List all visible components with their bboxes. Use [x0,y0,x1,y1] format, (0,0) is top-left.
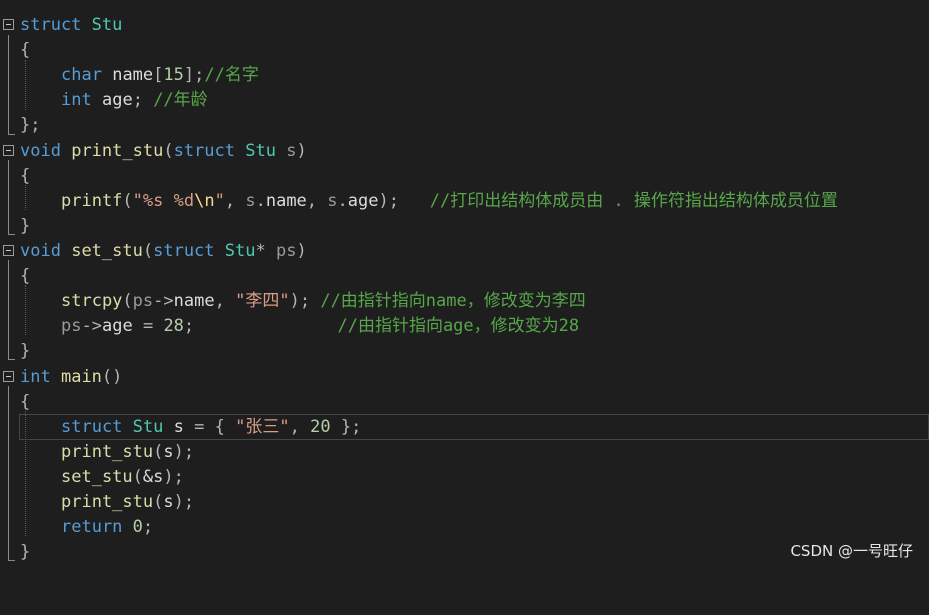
brace: }; [20,115,41,135]
code-line-5[interactable]: }; [0,113,929,138]
code-line-2[interactable]: { [0,38,929,63]
code-line-6[interactable]: void print_stu(struct Stu s) [0,139,929,164]
comment: //打印出结构体成员由 . 操作符指出结构体成员位置 [429,191,838,211]
type-name: Stu [91,15,123,35]
kw-char: char [61,65,102,85]
param: ps [276,241,297,261]
code-line-19[interactable]: set_stu(&s); [0,465,929,490]
brace: } [20,542,31,562]
brace: { [20,40,31,60]
code-line-11[interactable]: { [0,264,929,289]
code-line-16[interactable]: { [0,390,929,415]
function-name: print_stu [71,141,164,161]
code-line-12[interactable]: strcpy(ps->name, "李四"); //由指针指向name，修改变为… [0,289,929,314]
comment: //名字 [204,65,259,85]
number: 15 [163,65,184,85]
fold-minus-icon[interactable] [3,245,14,256]
brace: } [20,341,31,361]
function-name: set_stu [71,241,143,261]
code-line-17[interactable]: struct Stu s = { "张三", 20 }; [0,415,929,440]
fold-minus-icon[interactable] [3,371,14,382]
code-line-13[interactable]: ps->age = 28; //由指针指向age，修改变为28 [0,314,929,339]
csdn-watermark: CSDN @一号旺仔 [790,542,913,560]
code-line-14[interactable]: } [0,339,929,364]
code-editor[interactable]: struct Stu { char name[15];//名字 int age;… [0,0,929,572]
brace: { [20,266,31,286]
comment: //由指针指向age，修改变为28 [337,316,580,336]
var-name: age [101,90,133,110]
function-name: main [60,367,102,387]
code-line-18[interactable]: print_stu(s); [0,440,929,465]
fold-minus-icon[interactable] [3,145,14,156]
code-line-20[interactable]: print_stu(s); [0,490,929,515]
param: s [286,141,297,161]
code-line-9[interactable]: } [0,214,929,239]
brace: } [20,216,31,236]
code-line-3[interactable]: char name[15];//名字 [0,63,929,88]
code-line-21[interactable]: return 0; [0,515,929,540]
code-line-7[interactable]: { [0,164,929,189]
code-line-4[interactable]: int age; //年龄 [0,88,929,113]
code-line-8[interactable]: printf("%s %d\n", s.name, s.age); //打印出结… [0,189,929,214]
brace: { [20,392,31,412]
code-line-15[interactable]: int main() [0,365,929,390]
kw-struct: struct [20,15,82,35]
comment: //年龄 [153,90,208,110]
comment: //由指针指向name，修改变为李四 [320,291,586,311]
fold-minus-icon[interactable] [3,19,14,30]
kw-int: int [61,90,92,110]
brace: { [20,166,31,186]
code-line-10[interactable]: void set_stu(struct Stu* ps) [0,239,929,264]
var-name: name [112,65,154,85]
code-line-1[interactable]: struct Stu [0,13,929,38]
